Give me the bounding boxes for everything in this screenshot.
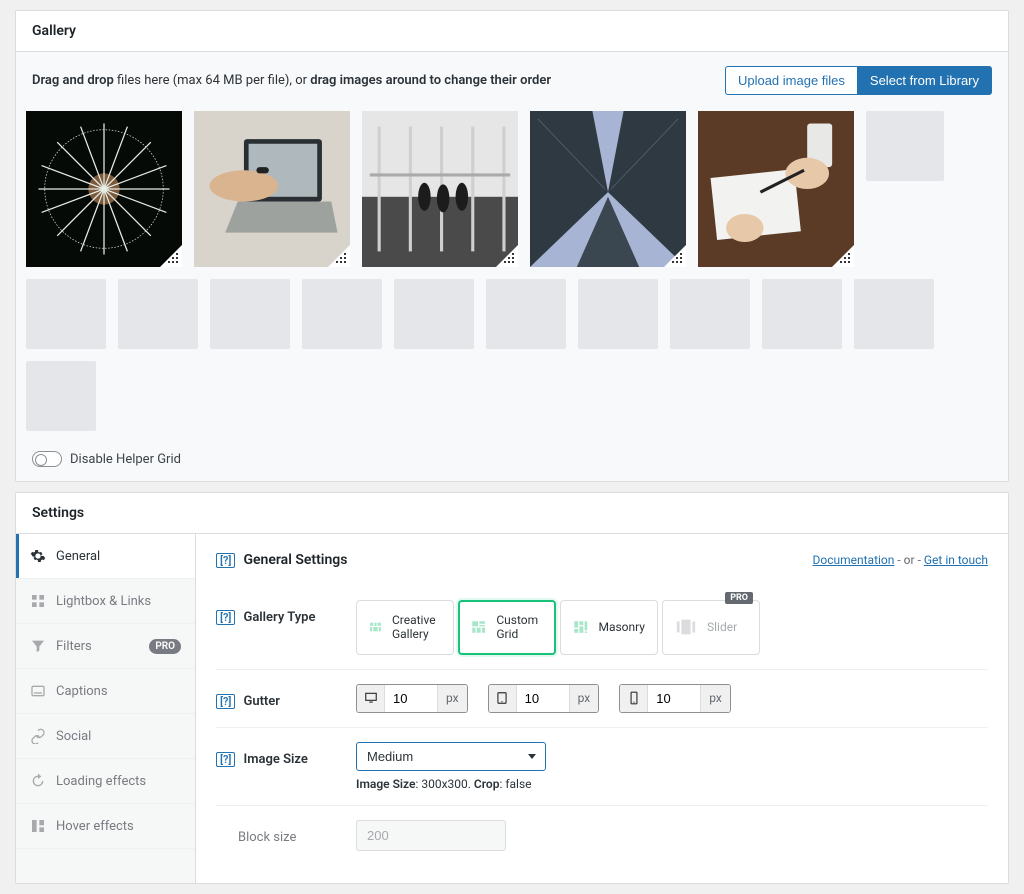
custom-grid-icon (471, 616, 486, 638)
gutter-tablet-input[interactable] (517, 685, 569, 712)
gutter-phone-input[interactable] (648, 685, 700, 712)
gallery-thumbnail[interactable] (530, 111, 686, 267)
gutter-desktop: px (356, 684, 468, 713)
gallery-title: Gallery (32, 23, 76, 39)
tablet-icon (489, 685, 517, 712)
gallery-toolbar: Drag and drop files here (max 64 MB per … (26, 52, 998, 105)
resize-handle-icon[interactable] (832, 245, 854, 267)
type-creative-gallery[interactable]: Creative Gallery (356, 600, 454, 655)
help-icon[interactable]: [?] (216, 752, 235, 767)
desk-writing-image (698, 111, 854, 267)
image-size-select[interactable]: Medium (356, 742, 546, 771)
gear-icon (30, 548, 46, 564)
gutter-phone: px (619, 684, 731, 713)
phone-icon (620, 685, 648, 712)
link-icon (30, 728, 46, 744)
help-icon[interactable]: [?] (216, 694, 235, 709)
upload-buttons: Upload image files Select from Library (725, 66, 992, 95)
settings-title: Settings (32, 505, 84, 521)
gallery-placeholder[interactable] (762, 279, 842, 349)
disable-helper-grid-toggle[interactable] (32, 451, 62, 467)
grid-icon (30, 593, 46, 609)
image-size-hint: Image Size: 300x300. Crop: false (356, 777, 988, 791)
gallery-placeholder[interactable] (854, 279, 934, 349)
drop-instructions: Drag and drop files here (max 64 MB per … (32, 73, 551, 88)
resize-handle-icon[interactable] (328, 245, 350, 267)
gallery-thumbnail[interactable] (26, 111, 182, 267)
type-slider[interactable]: PRO Slider (662, 600, 760, 655)
gallery-header: Gallery (16, 11, 1008, 52)
gallery-placeholder[interactable] (26, 361, 96, 431)
row-gallery-type: [?]Gallery Type Creative Gallery Custom … (216, 586, 988, 669)
gallery-placeholder[interactable] (866, 111, 944, 181)
tab-general[interactable]: General (16, 534, 195, 579)
row-block-size: Block size (216, 805, 988, 865)
settings-tabs: General Lightbox & Links Filters PRO Cap… (16, 534, 196, 883)
help-icon[interactable]: [?] (216, 553, 235, 568)
pro-badge: PRO (149, 639, 181, 654)
helper-grid-label: Disable Helper Grid (70, 452, 181, 467)
hover-icon (30, 818, 46, 834)
type-custom-grid[interactable]: Custom Grid (458, 600, 556, 655)
creative-gallery-icon (369, 616, 382, 638)
tab-loading-effects[interactable]: Loading effects (16, 759, 195, 804)
desktop-icon (357, 685, 385, 712)
block-size-input[interactable] (356, 820, 506, 851)
upload-image-files-button[interactable]: Upload image files (725, 66, 858, 95)
dandelion-image (26, 111, 182, 267)
row-gutter: [?]Gutter px px (216, 669, 988, 727)
gallery-placeholder[interactable] (486, 279, 566, 349)
caption-icon (30, 683, 46, 699)
gallery-thumbnail[interactable] (194, 111, 350, 267)
funnel-icon (30, 638, 46, 654)
gallery-placeholder[interactable] (26, 279, 106, 349)
gallery-thumbnail[interactable] (362, 111, 518, 267)
section-title: General Settings (243, 552, 347, 568)
gallery-type-options: Creative Gallery Custom Grid Masonry PRO (356, 600, 988, 655)
gallery-placeholder[interactable] (670, 279, 750, 349)
resize-handle-icon[interactable] (496, 245, 518, 267)
tab-filters[interactable]: Filters PRO (16, 624, 195, 669)
tab-hover-effects[interactable]: Hover effects (16, 804, 195, 849)
gallery-body: Drag and drop files here (max 64 MB per … (16, 52, 1008, 481)
refresh-icon (30, 773, 46, 789)
help-icon[interactable]: [?] (216, 610, 235, 625)
gutter-tablet: px (488, 684, 600, 713)
resize-handle-icon[interactable] (664, 245, 686, 267)
tab-social[interactable]: Social (16, 714, 195, 759)
settings-layout: General Lightbox & Links Filters PRO Cap… (16, 534, 1008, 883)
documentation-link[interactable]: Documentation (813, 553, 895, 567)
gallery-panel: Gallery Drag and drop files here (max 64… (15, 10, 1009, 482)
office-silhouette-image (362, 111, 518, 267)
laptop-pointing-image (194, 111, 350, 267)
settings-header: Settings (16, 493, 1008, 534)
masonry-icon (573, 616, 588, 638)
type-masonry[interactable]: Masonry (560, 600, 658, 655)
settings-section-head: [?] General Settings Documentation - or … (216, 552, 988, 568)
gallery-placeholder[interactable] (578, 279, 658, 349)
tab-captions[interactable]: Captions (16, 669, 195, 714)
settings-content: [?] General Settings Documentation - or … (196, 534, 1008, 883)
help-links: Documentation - or - Get in touch (813, 553, 989, 567)
gutter-desktop-input[interactable] (385, 685, 437, 712)
gallery-placeholder[interactable] (118, 279, 198, 349)
tab-lightbox-links[interactable]: Lightbox & Links (16, 579, 195, 624)
settings-panel: Settings General Lightbox & Links Filter… (15, 492, 1009, 884)
row-image-size: [?]Image Size Medium Image Size: 300x300… (216, 727, 988, 805)
gallery-placeholder[interactable] (210, 279, 290, 349)
gallery-placeholder[interactable] (394, 279, 474, 349)
pro-badge: PRO (725, 592, 753, 604)
get-in-touch-link[interactable]: Get in touch (924, 553, 988, 567)
gallery-thumbnail[interactable] (698, 111, 854, 267)
thumbnail-grid[interactable] (26, 105, 998, 437)
slider-icon (675, 616, 697, 638)
skyscrapers-image (530, 111, 686, 267)
gallery-placeholder[interactable] (302, 279, 382, 349)
resize-handle-icon[interactable] (160, 245, 182, 267)
helper-grid-row: Disable Helper Grid (26, 437, 998, 471)
select-from-library-button[interactable]: Select from Library (858, 66, 992, 95)
